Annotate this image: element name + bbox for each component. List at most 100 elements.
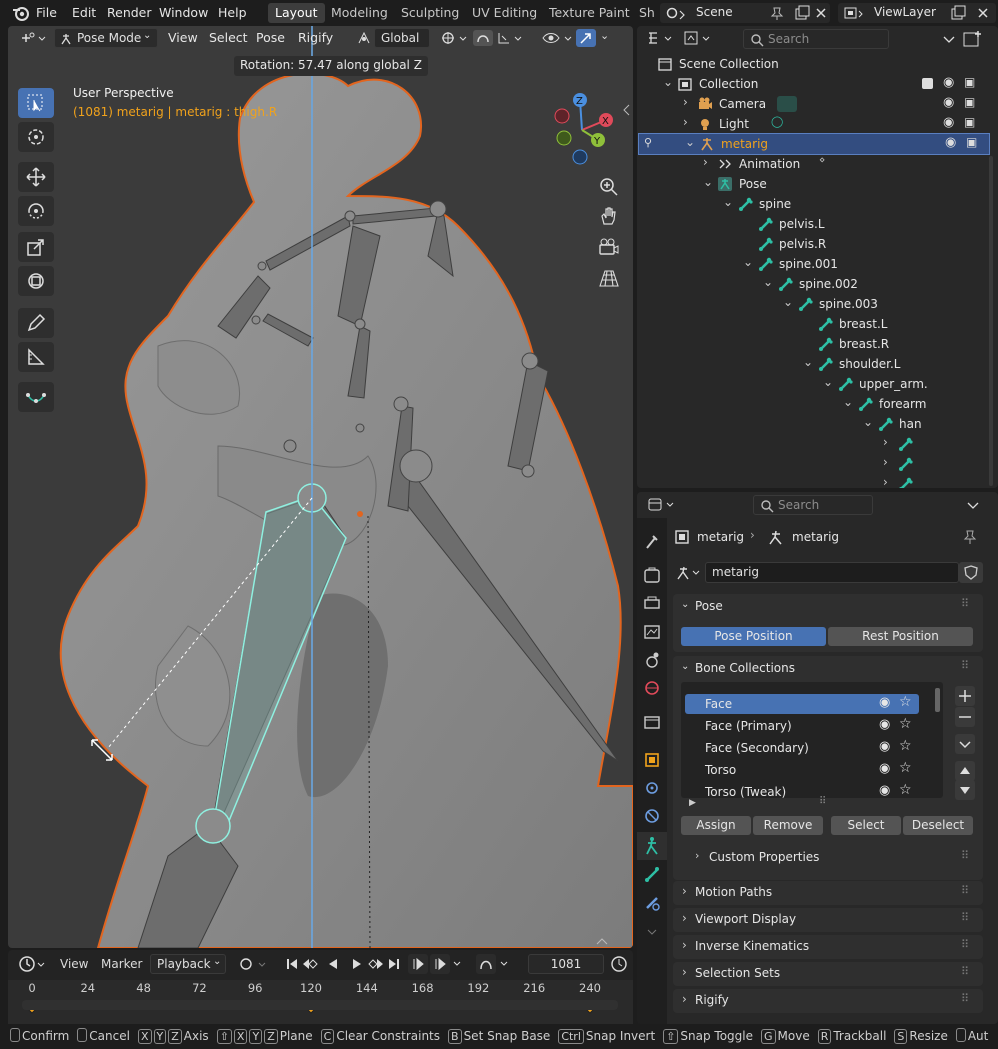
panel-title[interactable]: Rigify [695,993,729,1007]
star-icon[interactable]: ☆ [899,716,912,732]
outliner[interactable]: Search Scene Collection ⌄ Collection ◉ ▣ › Cam… [637,26,998,488]
tool-tab-icon[interactable] [639,530,665,554]
chevron-down-icon[interactable] [639,920,665,944]
chevron-right-icon[interactable]: › [682,911,687,925]
chevron-right-icon[interactable]: › [683,95,688,109]
outliner-row[interactable]: breast.R [637,334,987,354]
character-mesh[interactable] [59,72,633,948]
armature-data-name-field[interactable]: metarig [705,562,959,583]
collection-tab-icon[interactable] [639,710,665,734]
pin-icon[interactable] [770,6,784,20]
new-collection-icon[interactable] [962,29,984,49]
select-button[interactable]: Select [831,816,901,835]
scene-tab-icon[interactable] [639,648,665,672]
menu-file[interactable]: File [36,5,57,20]
menu-window[interactable]: Window [159,5,208,20]
pivot-point-icon[interactable] [440,30,470,46]
camera-data-icon[interactable] [777,96,797,112]
3d-viewport[interactable]: Pose Mode ⌄ View Select Pose Rigify Global … [8,26,633,948]
bone-tab-icon[interactable] [639,862,665,886]
chevron-down-icon[interactable]: ⌄ [743,255,753,269]
custom-properties-subpanel[interactable]: Custom Properties [709,850,819,864]
panel-rigify[interactable]: › Rigify ⠿ [673,989,983,1013]
viewport-menu-view[interactable]: View [168,30,198,45]
armature-data-tab-icon[interactable] [639,834,665,858]
bone-collection-item[interactable]: Face (Primary) ◉ ☆ [685,716,919,736]
bone-collection-item[interactable]: Face ◉ ☆ [685,694,919,714]
visibility-filter-icon[interactable] [541,30,573,46]
timeline-scrollbar[interactable] [22,1000,618,1010]
panel-selection-sets[interactable]: › Selection Sets ⠿ [673,962,983,986]
camera-render-icon[interactable]: ▣ [966,135,977,149]
perspective-toggle-icon[interactable] [596,266,622,292]
outliner-row[interactable]: › Animation ⋄ [637,154,987,174]
output-tab-icon[interactable] [639,592,665,616]
timeline-keyframes[interactable] [8,950,633,1024]
outliner-scrollbar[interactable] [989,156,993,486]
light-data-icon[interactable]: ◯ [771,115,783,128]
outliner-row[interactable]: pelvis.L [637,214,987,234]
bone-collection-item[interactable]: Torso (Tweak) ◉ ☆ [685,782,919,802]
filter-icon[interactable] [939,30,959,48]
panel-viewport-display[interactable]: › Viewport Display ⠿ [673,908,983,932]
list-scrollbar[interactable] [935,688,940,712]
eye-icon[interactable]: ◉ [879,739,890,754]
outliner-row[interactable]: › [637,454,987,474]
blender-logo-icon[interactable] [12,5,30,21]
drag-handle-icon[interactable]: ⠿ [961,911,969,924]
scale-tool[interactable] [18,232,54,262]
timeline[interactable]: View Marker Playback ⌄ 1081 0 24 48 72 96 120 1… [8,950,633,1024]
outliner-row[interactable]: ⌄ han [637,414,987,434]
panel-title[interactable]: Motion Paths [695,885,772,899]
eye-icon[interactable]: ◉ [879,717,890,732]
chevron-right-icon[interactable]: › [682,938,687,952]
pose-position-button[interactable]: Pose Position [681,627,826,646]
star-icon[interactable]: ☆ [899,782,912,798]
outliner-row[interactable]: ⌄ spine.002 [637,274,987,294]
sidebar-toggle-icon[interactable] [621,102,633,118]
transform-orientation-icon[interactable] [356,30,372,46]
modifiers-tab-icon[interactable] [639,776,665,800]
chevron-right-icon[interactable]: › [682,884,687,898]
panel-title[interactable]: Inverse Kinematics [695,939,809,953]
outliner-row[interactable]: › Camera ◉ ▣ [637,94,987,114]
snap-target-icon[interactable] [496,30,524,46]
chevron-down-icon[interactable]: ⌄ [685,135,695,149]
outliner-search-input[interactable]: Search [743,29,889,49]
camera-render-icon[interactable]: ▣ [964,75,975,89]
eye-icon[interactable]: ◉ [943,75,954,90]
workspace-tab-layout[interactable]: Layout [268,3,325,23]
zoom-icon[interactable] [596,174,622,200]
drag-handle-icon[interactable]: ⠿ [961,992,969,1005]
pin-icon[interactable] [962,529,978,545]
star-icon[interactable]: ☆ [899,760,912,776]
scene-selector[interactable]: Scene [660,3,830,23]
remove-view-layer-icon[interactable] [976,6,990,20]
remove-scene-icon[interactable] [814,6,828,20]
outliner-row[interactable]: pelvis.R [637,234,987,254]
outliner-row[interactable]: › [637,434,987,454]
panel-title[interactable]: Viewport Display [695,912,796,926]
bone-collection-item[interactable]: Torso ◉ ☆ [685,760,919,780]
outliner-row[interactable]: ⌄ spine [637,194,987,214]
chevron-down-icon[interactable]: ⌄ [803,355,813,369]
chevron-right-icon[interactable]: › [683,115,688,129]
object-tab-icon[interactable] [639,748,665,772]
navigation-gizmo[interactable]: Z X Y [544,88,624,168]
viewport-menu-select[interactable]: Select [209,30,248,45]
gizmo-toggle-icon[interactable] [576,29,596,47]
chevron-down-icon[interactable]: ⌄ [783,295,793,309]
assign-button[interactable]: Assign [681,816,751,835]
render-tab-icon[interactable] [639,564,665,588]
chevron-right-icon[interactable]: › [682,992,687,1006]
outliner-row[interactable]: ⚲ ⌄ metarig ◉ ▣ [638,133,990,155]
remove-collection-icon[interactable] [955,707,975,727]
panel-motion-paths[interactable]: › Motion Paths ⠿ [673,881,983,905]
drag-handle-icon[interactable]: ⠿ [961,938,969,951]
orientation-selector[interactable]: Global [374,28,430,48]
chevron-down-icon[interactable] [964,496,982,514]
snap-icon[interactable] [472,29,494,47]
new-view-layer-icon[interactable] [950,5,966,21]
view-layer-selector[interactable]: ViewLayer [838,3,996,23]
chevron-down-icon[interactable]: ⌄ [600,29,609,42]
